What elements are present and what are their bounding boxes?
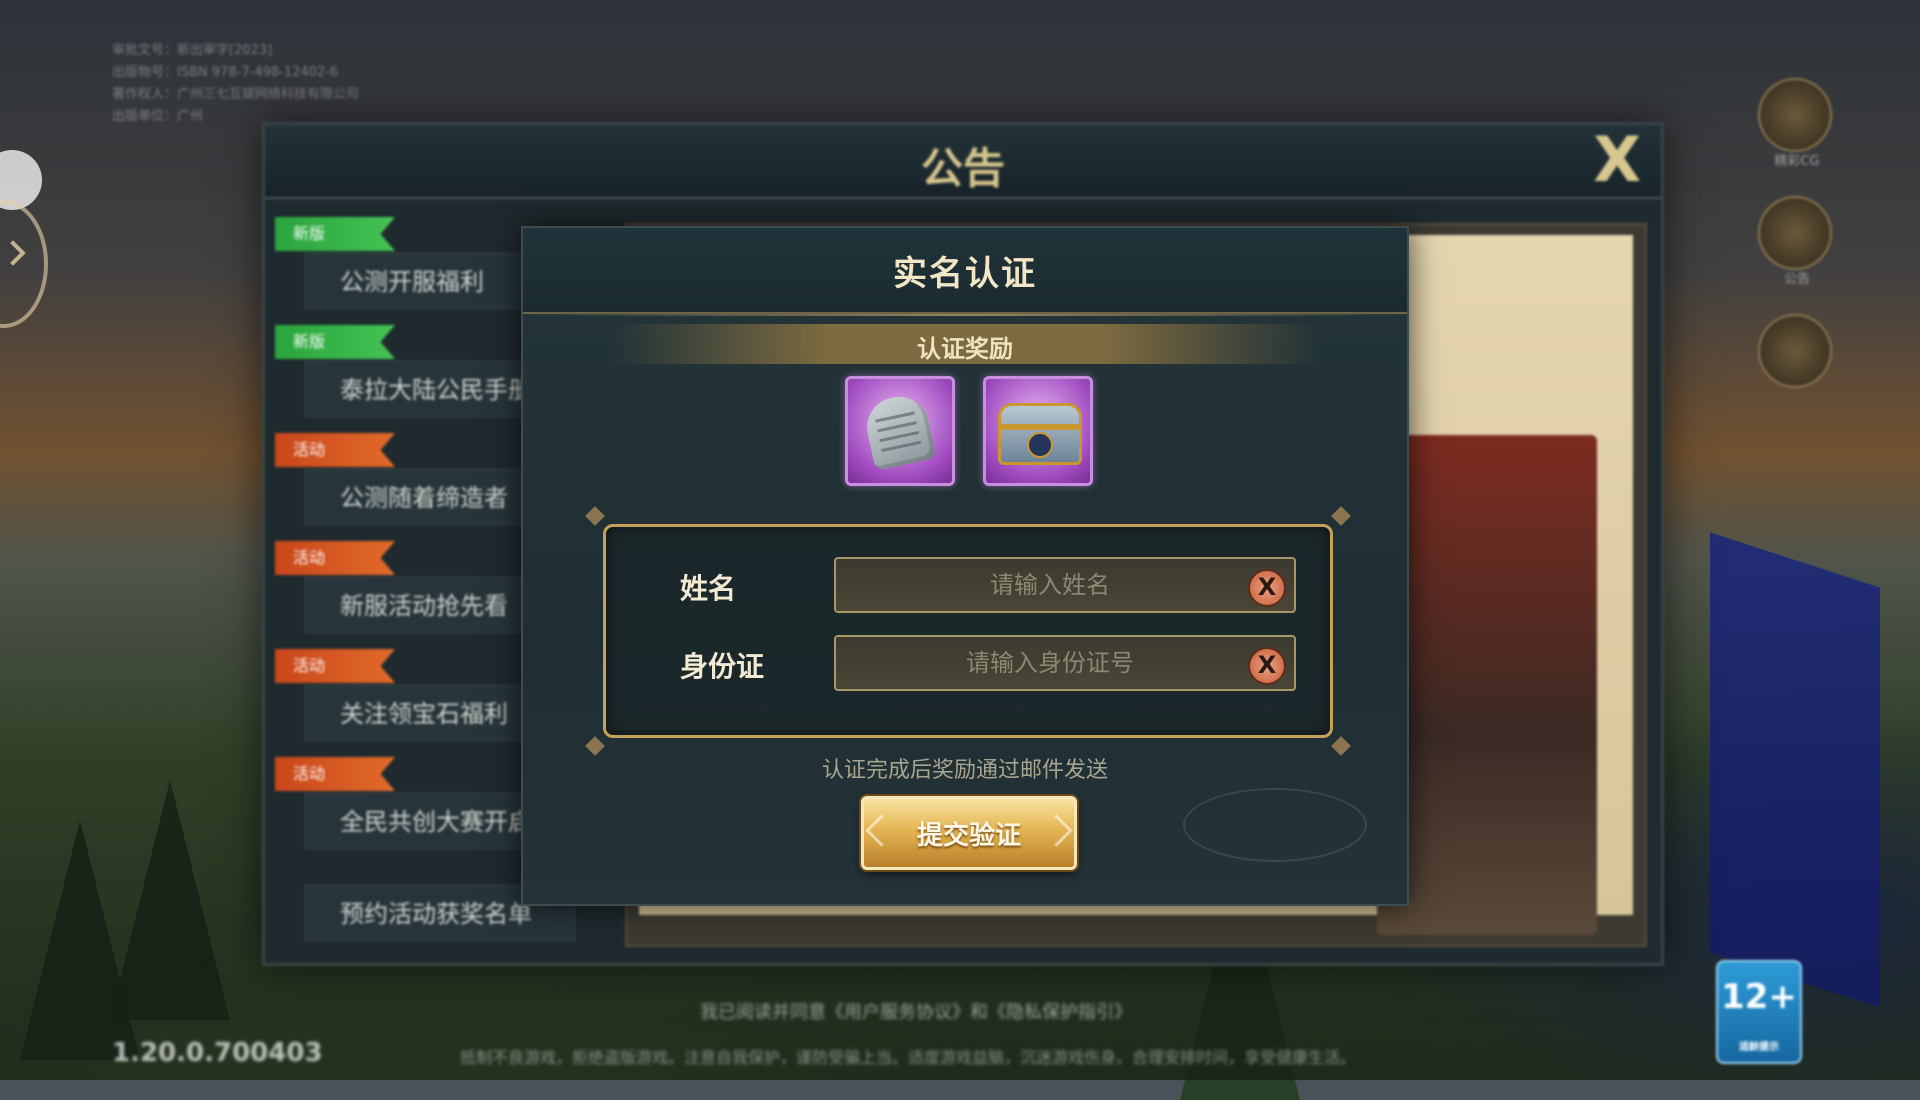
announcement-tag: 新版	[275, 325, 395, 359]
id-number-input[interactable]	[836, 637, 1236, 689]
close-icon[interactable]: X	[1593, 129, 1641, 191]
announcement-tag: 活动	[275, 541, 395, 575]
submit-verification-button[interactable]: 提交验证	[861, 796, 1077, 870]
frame-corner-ornament	[585, 506, 605, 526]
chest-lid	[998, 424, 1082, 430]
id-row: 身份证 X	[606, 635, 1330, 691]
announcement-tag: 新版	[275, 217, 395, 251]
announcement-tag: 活动	[275, 649, 395, 683]
license-line: 著作权人：广州三七互娱网络科技有限公司	[112, 87, 360, 102]
name-input[interactable]	[836, 559, 1236, 611]
name-input-box: X	[834, 557, 1296, 613]
age-rating-value: 12+	[1721, 977, 1797, 1017]
character-icon[interactable]	[1758, 314, 1832, 388]
decorative-flourish	[1183, 788, 1367, 862]
license-info: 审批文号：新出审字[2023] 出版物号：ISBN 978-7-498-1240…	[112, 40, 359, 128]
right-icon-label: 公告	[1783, 272, 1810, 287]
dialog-title: 实名认证	[893, 254, 1037, 294]
version-label: 1.20.0.700403	[112, 1038, 323, 1068]
name-row: 姓名 X	[606, 557, 1330, 613]
stone-engraving	[881, 440, 922, 452]
shield-crest-icon[interactable]	[1758, 196, 1832, 270]
treasure-chest-icon	[998, 403, 1082, 465]
announcement-title: 公告	[920, 144, 1005, 193]
right-icon-label: 精彩CG	[1774, 154, 1820, 169]
clear-id-button[interactable]: X	[1248, 647, 1286, 685]
age-rating-sub: 适龄提示	[1739, 1042, 1779, 1053]
verification-form: 姓名 X 身份证 X	[585, 506, 1351, 756]
announcement-header: 公告 X	[265, 125, 1661, 199]
reward-banner: 认证奖励	[613, 324, 1317, 364]
name-label: 姓名	[680, 572, 737, 605]
submit-label: 提交验证	[916, 821, 1021, 851]
license-line: 出版物号：ISBN 978-7-498-12402-6	[112, 65, 339, 80]
chest-emblem	[1027, 432, 1053, 458]
stone-engraving	[879, 430, 920, 443]
clear-name-button[interactable]: X	[1248, 569, 1286, 607]
reward-item-chest[interactable]	[983, 376, 1093, 486]
real-name-verification-dialog: 实名认证 认证奖励 姓名 X	[521, 226, 1409, 906]
stone-engraving	[877, 421, 917, 433]
tombstone-icon	[861, 391, 937, 471]
id-input-box: X	[834, 635, 1296, 691]
reward-mail-hint: 认证完成后奖励通过邮件发送	[821, 758, 1108, 783]
license-line: 审批文号：新出审字[2023]	[112, 43, 273, 58]
frame-corner-ornament	[1331, 506, 1351, 526]
announcement-tag: 活动	[275, 433, 395, 467]
stone-engraving	[875, 411, 915, 423]
reward-item-tombstone[interactable]	[845, 376, 955, 486]
health-notice: 抵制不良游戏，拒绝盗版游戏。注意自我保护，谨防受骗上当。适度游戏益脑，沉迷游戏伤…	[460, 1048, 1357, 1067]
announcement-tag: 活动	[275, 757, 395, 791]
reward-items	[845, 376, 1093, 486]
reward-title: 认证奖励	[917, 335, 1013, 363]
dialog-header: 实名认证	[523, 228, 1407, 316]
age-rating-badge: 12+ 适龄提示	[1716, 960, 1802, 1064]
announcement-character-art	[1377, 435, 1597, 935]
play-icon[interactable]	[1758, 78, 1832, 152]
agreement-checkbox[interactable]: 我已阅读并同意《用户服务协议》和《隐私保护指引》	[700, 998, 1132, 1024]
id-label: 身份证	[680, 650, 765, 683]
